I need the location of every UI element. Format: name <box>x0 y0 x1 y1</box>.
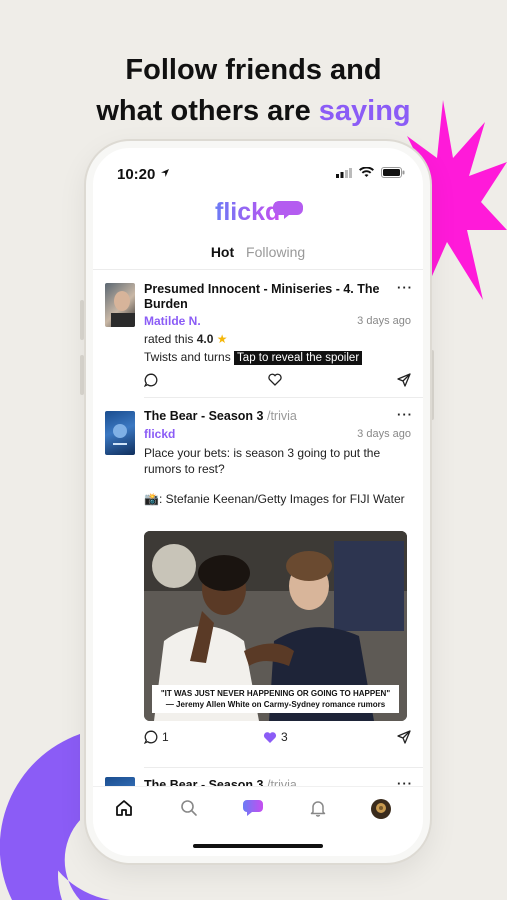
like-count: 3 <box>281 730 288 744</box>
image-caption-attribution: — Jeremy Allen White on Carmy-Sydney rom… <box>165 700 386 709</box>
more-options-button[interactable]: ··· <box>397 407 413 422</box>
location-arrow-icon <box>161 169 169 177</box>
headline: Follow friends and what others are sayin… <box>0 50 507 132</box>
star-icon: ★ <box>216 332 228 346</box>
post-title[interactable]: Presumed Innocent - Miniseries - 4. The … <box>144 282 384 312</box>
more-options-button[interactable]: ··· <box>397 280 413 295</box>
post-category: /trivia <box>263 409 297 423</box>
headline-accent: saying <box>318 95 411 127</box>
app-logo-text: flickd <box>215 198 280 226</box>
volume-button <box>80 355 84 395</box>
comment-icon <box>144 373 158 387</box>
photo-credit: 📸: Stefanie Keenan/Getty Images for FIJI… <box>144 492 405 506</box>
avatar[interactable] <box>371 799 391 819</box>
post-thumbnail[interactable] <box>105 411 135 455</box>
post-text: Place your bets: is season 3 going to pu… <box>144 446 381 476</box>
image-caption-quote: "IT WAS JUST NEVER HAPPENING OR GOING TO… <box>160 689 391 698</box>
post-author[interactable]: flickd <box>144 427 175 441</box>
comment-button[interactable]: 1 <box>144 730 169 744</box>
app-logo: flickd <box>93 198 423 231</box>
headline-line1: Follow friends and <box>125 54 382 86</box>
tab-following[interactable]: Following <box>246 244 305 260</box>
signal-icon <box>336 167 352 178</box>
post-title[interactable]: The Bear - Season 3 /trivia <box>144 409 384 424</box>
home-indicator <box>193 844 323 848</box>
post-actions: 1 3 <box>144 730 411 746</box>
like-button[interactable] <box>268 373 282 386</box>
heart-icon <box>263 731 277 743</box>
post-date: 3 days ago <box>357 315 411 327</box>
feed-tabs: Hot Following <box>93 244 423 260</box>
post-author[interactable]: Matilde N. <box>144 314 201 328</box>
wifi-icon <box>359 167 374 177</box>
comment-count: 1 <box>162 730 169 744</box>
bell-icon[interactable] <box>309 799 327 817</box>
chat-bubble-icon[interactable] <box>242 799 264 817</box>
post-image[interactable]: "IT WAS JUST NEVER HAPPENING OR GOING TO… <box>144 531 407 721</box>
headline-line2: what others are saying <box>96 95 411 127</box>
rating-value: 4.0 <box>196 332 214 346</box>
power-button <box>430 350 434 420</box>
tab-hot[interactable]: Hot <box>211 244 234 260</box>
search-icon[interactable] <box>180 799 198 817</box>
status-bar: 10:20 <box>93 162 423 184</box>
image-caption: "IT WAS JUST NEVER HAPPENING OR GOING TO… <box>152 685 399 713</box>
feed-post[interactable]: Presumed Innocent - Miniseries - 4. The … <box>93 269 423 397</box>
share-button[interactable] <box>397 730 411 744</box>
volume-button <box>80 300 84 340</box>
phone-frame: 10:20 flickd Hot Following Presumed Inno… <box>86 141 430 863</box>
feed-post[interactable]: The Bear - Season 3 /trivia ··· flickd 3… <box>93 397 423 767</box>
spoiler-reveal[interactable]: Tap to reveal the spoiler <box>234 351 363 365</box>
bottom-tab-bar <box>93 786 423 856</box>
heart-icon <box>268 373 282 386</box>
home-icon[interactable] <box>115 799 133 817</box>
post-thumbnail[interactable] <box>105 283 135 327</box>
share-button[interactable] <box>397 373 411 387</box>
battery-icon <box>381 167 405 178</box>
send-icon <box>397 373 411 387</box>
comment-icon <box>144 730 158 744</box>
status-time: 10:20 <box>117 166 156 183</box>
comment-button[interactable] <box>144 373 158 387</box>
post-date: 3 days ago <box>357 428 411 440</box>
like-button[interactable]: 3 <box>263 730 288 744</box>
post-rating: rated this 4.0 ★ <box>144 332 228 346</box>
post-actions <box>144 373 411 389</box>
post-text: Twists and turns Tap to reveal the spoil… <box>144 349 406 366</box>
send-icon <box>397 730 411 744</box>
